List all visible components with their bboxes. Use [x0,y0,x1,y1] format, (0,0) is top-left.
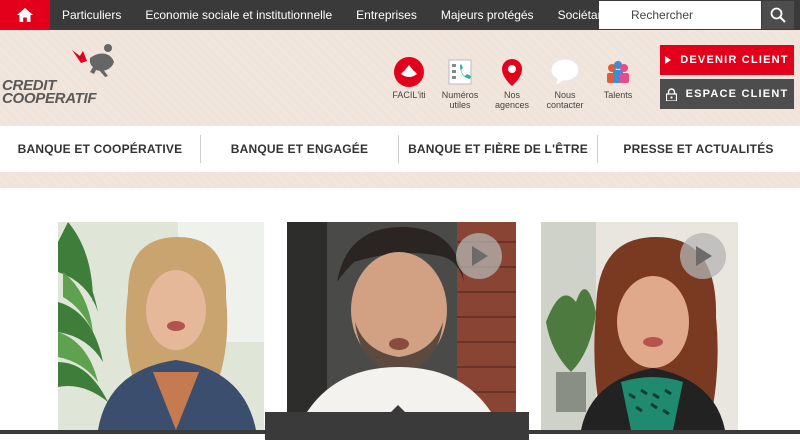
map-pin-icon [497,57,527,87]
home-icon [17,8,33,22]
client-space-button[interactable]: ESPACE CLIENT [660,79,794,109]
search-button[interactable] [762,1,794,29]
main-nav: BANQUE ET COOPÉRATIVE BANQUE ET ENGAGÉE … [0,126,800,172]
video-card-2[interactable] [287,222,516,412]
tool-nos-agences[interactable]: Nos agences [484,57,540,110]
logo-figure-icon [72,44,114,77]
people-icon [603,57,633,87]
mainnav-presse-actualites[interactable]: PRESSE ET ACTUALITÉS [598,126,799,172]
topnav-majeurs-proteges[interactable]: Majeurs protégés [429,0,546,30]
lock-icon [665,87,677,101]
topnav-particuliers[interactable]: Particuliers [50,0,133,30]
search-icon [770,7,786,23]
play-button[interactable] [680,233,726,279]
mainnav-banque-engagee[interactable]: BANQUE ET ENGAGÉE [201,126,398,172]
credit-cooperatif-logo[interactable]: CREDIT COOPERATIF [2,42,122,107]
play-button[interactable] [456,233,502,279]
top-bar: Particuliers Economie sociale et institu… [0,0,800,30]
play-icon [472,246,488,266]
audience-nav: Particuliers Economie sociale et institu… [50,0,626,30]
caret-right-icon [665,56,672,64]
tool-faciliti[interactable]: FACIL'iti [381,57,437,100]
home-button[interactable] [0,0,50,30]
topnav-entreprises[interactable]: Entreprises [344,0,429,30]
mainnav-banque-fiere[interactable]: BANQUE ET FIÈRE DE L'ÊTRE [399,126,597,172]
video-thumbnail-woman-blonde [58,222,264,430]
phone-list-icon [445,57,475,87]
active-video-tab[interactable] [265,412,529,440]
tool-talents[interactable]: Talents [590,57,646,100]
logo-wordmark: CREDIT COOPERATIF [2,77,97,107]
play-icon [696,246,712,266]
become-client-button[interactable]: DEVENIR CLIENT [660,45,794,75]
topnav-economie-sociale[interactable]: Economie sociale et institutionnelle [133,0,344,30]
video-card-1[interactable] [58,222,264,430]
decorative-stripe [0,172,800,188]
video-card-3[interactable] [541,222,738,430]
chat-bubble-icon [550,57,580,87]
tool-numeros-utiles[interactable]: Numéros utiles [432,57,488,110]
search-input[interactable] [599,1,761,29]
tool-nous-contacter[interactable]: Nous contacter [537,57,593,110]
mainnav-banque-cooperative[interactable]: BANQUE ET COOPÉRATIVE [0,126,200,172]
faciliti-icon [394,57,424,87]
site-header: CREDIT COOPERATIF FACIL'iti Numéros utile… [0,30,800,126]
